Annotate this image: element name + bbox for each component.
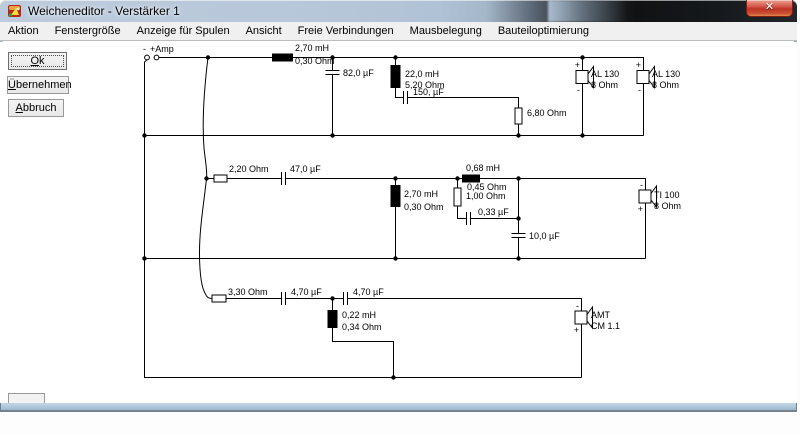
inductor-l4[interactable]: 0,68 mH 0,45 Ohm (462, 163, 507, 192)
speaker-plus-mark: + (636, 60, 641, 70)
aero-glass-reflection (548, 0, 628, 22)
resistor-r3[interactable]: 1,00 Ohm (453, 187, 506, 207)
speaker-ti100-impedance: 8 Ohm (654, 201, 681, 211)
menu-item-bauteiloptimierung[interactable]: Bauteiloptimierung (490, 22, 597, 40)
speaker-al130-2[interactable]: + - AL 130 8 Ohm (636, 60, 680, 95)
inductor-l1-value: 2,70 mH (295, 43, 329, 53)
speaker-al130-2-name: AL 130 (652, 69, 680, 79)
speaker-minus-mark: - (640, 180, 643, 190)
speaker-ti100-name: TI 100 (654, 190, 680, 200)
application-window: Weicheneditor - Verstärker 1 ✕ Aktion Fe… (0, 0, 797, 403)
resistor-r4[interactable]: 3,30 Ohm (211, 287, 268, 303)
capacitor-c5-value: 10,0 µF (529, 231, 560, 241)
wires (142, 55, 646, 380)
speaker-plus-mark: + (574, 325, 579, 335)
close-icon: ✕ (764, 1, 775, 13)
inductor-l5-resistance: 0,34 Ohm (342, 322, 382, 332)
capacitor-c5[interactable]: 10,0 µF (529, 231, 560, 241)
capacitor-c6-value: 4,70 µF (291, 287, 322, 297)
inductor-l3[interactable]: 2,70 mH 0,30 Ohm (390, 185, 444, 212)
resistor-r3-value: 1,00 Ohm (466, 191, 506, 201)
ok-button[interactable]: Ok (8, 52, 67, 70)
speaker-minus-mark: - (638, 85, 641, 95)
close-button[interactable]: ✕ (746, 0, 793, 17)
menu-item-ansicht[interactable]: Ansicht (238, 22, 290, 40)
capacitor-c7-value: 4,70 µF (353, 287, 384, 297)
speaker-minus-mark: - (576, 301, 579, 311)
crossover-schematic[interactable]: - +Amp 2,70 mH 0,30 Ohm 82,0 µF 22,0 mH … (0, 42, 791, 403)
inductor-l5[interactable]: 0,22 mH 0,34 Ohm (327, 310, 382, 332)
capacitor-c4[interactable]: 0,33 µF (478, 207, 509, 217)
speaker-al130-2-impedance: 8 Ohm (652, 80, 679, 90)
app-icon (8, 5, 21, 17)
capacitor-c6[interactable]: 4,70 µF (291, 287, 322, 297)
speaker-al130-1-impedance: 8 Ohm (591, 80, 618, 90)
resistor-r1-value: 6,80 Ohm (527, 108, 567, 118)
speaker-amt[interactable]: - + AMT CM 1.1 (574, 301, 620, 335)
speaker-ti100[interactable]: - + TI 100 8 Ohm (638, 180, 681, 214)
speaker-plus-mark: + (638, 204, 643, 214)
uebernehmen-button[interactable]: Übernehmen (7, 76, 72, 94)
speaker-amt-name: AMT (591, 310, 611, 320)
speaker-al130-1-name: AL 130 (591, 69, 619, 79)
capacitor-c1-value: 82,0 µF (343, 68, 374, 78)
editor-canvas: - +Amp 2,70 mH 0,30 Ohm 82,0 µF 22,0 mH … (0, 42, 797, 403)
resistor-r2[interactable]: 2,20 Ohm (213, 164, 269, 183)
menu-item-aktion[interactable]: Aktion (0, 22, 47, 40)
menu-item-mausbelegung[interactable]: Mausbelegung (402, 22, 490, 40)
panel-corner-box (8, 393, 45, 403)
resistor-r4-value: 3,30 Ohm (228, 287, 268, 297)
abbruch-button[interactable]: Abbruch (8, 99, 64, 117)
speaker-minus-mark: - (577, 85, 580, 95)
inductor-l4-value: 0,68 mH (466, 163, 500, 173)
capacitor-c3-value: 47,0 µF (290, 164, 321, 174)
speaker-al130-1[interactable]: + - AL 130 8 Ohm (575, 60, 619, 95)
window-title: Weicheneditor - Verstärker 1 (28, 4, 180, 18)
speaker-amt-model: CM 1.1 (591, 321, 620, 331)
inductor-l3-resistance: 0,30 Ohm (404, 202, 444, 212)
window-bottom-frame (0, 403, 797, 412)
resistor-r1[interactable]: 6,80 Ohm (514, 107, 567, 125)
capacitor-c3[interactable]: 47,0 µF (290, 164, 321, 174)
inductor-l3-value: 2,70 mH (404, 189, 438, 199)
inductor-l1-resistance: 0,30 Ohm (295, 56, 335, 66)
inductor-l1[interactable]: 2,70 mH 0,30 Ohm (272, 43, 335, 66)
menu-bar: Aktion Fenstergröße Anzeige für Spulen A… (0, 22, 797, 41)
menu-item-freie-verbindungen[interactable]: Freie Verbindungen (290, 22, 402, 40)
speaker-plus-mark: + (575, 60, 580, 70)
menu-item-anzeige-fuer-spulen[interactable]: Anzeige für Spulen (129, 22, 238, 40)
amp-plus-label: +Amp (150, 44, 174, 54)
inductor-l2-value: 22,0 mH (405, 69, 439, 79)
capacitor-c2[interactable]: 150, µF (413, 87, 444, 97)
title-bar[interactable]: Weicheneditor - Verstärker 1 ✕ (0, 0, 797, 22)
amp-minus-label: - (143, 44, 146, 54)
capacitor-c2-value: 150, µF (413, 87, 444, 97)
capacitor-c7[interactable]: 4,70 µF (353, 287, 384, 297)
resistor-r2-value: 2,20 Ohm (229, 164, 269, 174)
menu-item-fenstergroesse[interactable]: Fenstergröße (47, 22, 129, 40)
capacitor-c1[interactable]: 82,0 µF (343, 68, 374, 78)
capacitor-c4-value: 0,33 µF (478, 207, 509, 217)
inductor-l5-value: 0,22 mH (342, 310, 376, 320)
